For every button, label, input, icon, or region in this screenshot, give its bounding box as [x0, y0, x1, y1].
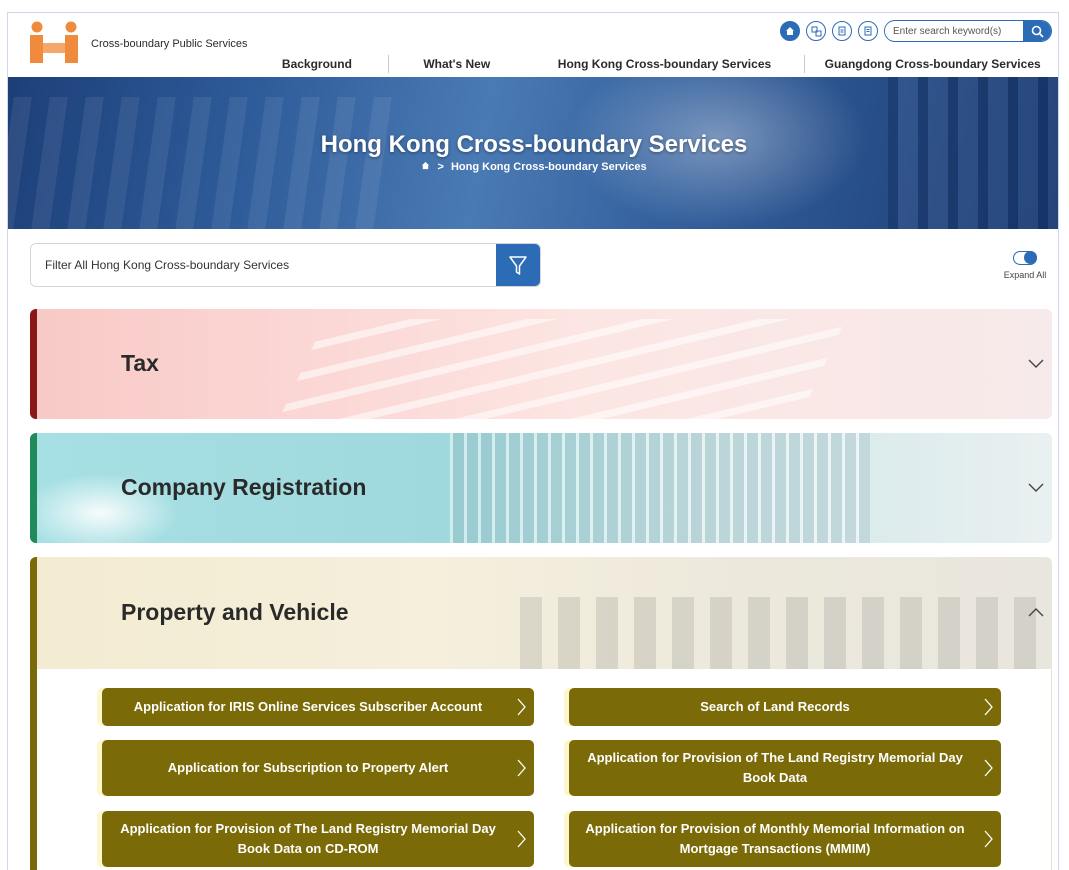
- service-link-label: Application for IRIS Online Services Sub…: [133, 699, 483, 714]
- category-panel-property-and-vehicle: Application for IRIS Online Services Sub…: [30, 669, 1052, 870]
- logo-icon[interactable]: [28, 21, 80, 65]
- chevron-right-icon: [517, 759, 526, 777]
- chevron-down-icon[interactable]: [1028, 355, 1044, 371]
- chevron-right-icon: [984, 759, 993, 777]
- service-link[interactable]: Application for Provision of The Land Re…: [102, 811, 534, 867]
- toggle-switch-icon: [1013, 251, 1037, 265]
- language-icon[interactable]: [806, 21, 826, 41]
- sitemap-icon[interactable]: [858, 21, 878, 41]
- category-accent-bar: [30, 309, 37, 419]
- category-background-image: [450, 433, 870, 543]
- service-link[interactable]: Application for Provision of Monthly Mem…: [569, 811, 1001, 867]
- category-accent-bar: [30, 433, 37, 543]
- site-header: Cross-boundary Public Services Ba: [8, 13, 1058, 77]
- service-link[interactable]: Application for IRIS Online Services Sub…: [102, 688, 534, 726]
- home-icon[interactable]: [780, 21, 800, 41]
- chevron-right-icon: [517, 698, 526, 716]
- category-company-registration[interactable]: Company Registration: [30, 433, 1052, 543]
- search-icon: [1031, 25, 1044, 38]
- page-frame: Cross-boundary Public Services Ba: [7, 12, 1059, 870]
- chevron-up-icon[interactable]: [1028, 605, 1044, 621]
- breadcrumb-current: Hong Kong Cross-boundary Services: [450, 161, 647, 173]
- nav-hk-services[interactable]: Hong Kong Cross-boundary Services: [525, 57, 805, 71]
- search-input[interactable]: [885, 22, 1023, 40]
- main-nav: Background What's New Hong Kong Cross-bo…: [258, 51, 1058, 77]
- service-link-label: Search of Land Records: [700, 699, 850, 714]
- service-link-label: Application for Provision of Monthly Mem…: [585, 821, 965, 856]
- funnel-icon: [509, 256, 527, 275]
- category-tax[interactable]: Tax: [30, 309, 1052, 419]
- top-utility-bar: [780, 20, 1052, 42]
- chevron-right-icon: [517, 830, 526, 848]
- page-banner: Hong Kong Cross-boundary Services > Hong…: [8, 77, 1058, 229]
- text-size-icon[interactable]: [832, 21, 852, 41]
- search-box: [884, 20, 1052, 42]
- filter-button[interactable]: [496, 244, 540, 286]
- service-link-label: Application for Subscription to Property…: [167, 760, 449, 775]
- nav-whats-new[interactable]: What's New: [389, 57, 525, 71]
- category-accent-bar: [30, 557, 37, 669]
- breadcrumb-home-icon[interactable]: [421, 161, 430, 173]
- category-title: Property and Vehicle: [121, 599, 349, 625]
- service-link[interactable]: Application for Provision of The Land Re…: [569, 740, 1001, 796]
- chevron-right-icon: [984, 698, 993, 716]
- service-link[interactable]: Search of Land Records: [569, 688, 1001, 726]
- filter-bar: [30, 243, 541, 287]
- category-property-and-vehicle[interactable]: Property and Vehicle: [30, 557, 1052, 669]
- filter-input[interactable]: [31, 244, 496, 286]
- category-background-image: [274, 319, 846, 419]
- nav-background[interactable]: Background: [258, 57, 376, 71]
- service-link-label: Application for Provision of The Land Re…: [120, 821, 496, 856]
- category-title: Tax: [121, 350, 159, 376]
- expand-all-label: Expand All: [1003, 270, 1047, 280]
- chevron-down-icon[interactable]: [1028, 479, 1044, 495]
- page-title: Hong Kong Cross-boundary Services: [320, 131, 748, 158]
- search-button[interactable]: [1023, 21, 1051, 41]
- service-link-label: Application for Provision of The Land Re…: [587, 750, 963, 785]
- service-link[interactable]: Application for Subscription to Property…: [102, 740, 534, 796]
- category-background-image: [520, 597, 1050, 669]
- chevron-right-icon: [984, 830, 993, 848]
- breadcrumb: > Hong Kong Cross-boundary Services: [8, 161, 1058, 173]
- logo-text[interactable]: Cross-boundary Public Services: [91, 38, 248, 50]
- breadcrumb-separator: >: [437, 161, 444, 173]
- category-title: Company Registration: [121, 474, 367, 500]
- expand-all-toggle[interactable]: Expand All: [1000, 251, 1050, 280]
- nav-gd-services[interactable]: Guangdong Cross-boundary Services: [805, 57, 1058, 71]
